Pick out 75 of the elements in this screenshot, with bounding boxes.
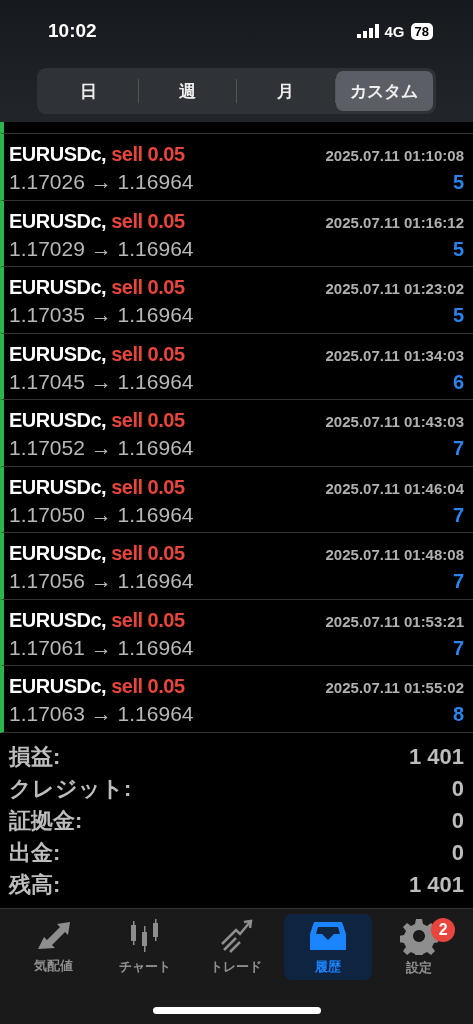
deal-time: 2025.07.11 01:55:02 (325, 679, 464, 697)
nav-tab[interactable]: トレード (192, 914, 281, 980)
summary-label: 残高: (9, 870, 61, 899)
summary-value: 1 401 (408, 743, 464, 770)
deal-prices: 1.17026 → 1.16964 (9, 170, 194, 195)
deal-title: EURUSDc, sell 0.05 (9, 209, 185, 233)
nav-label: 設定 (406, 959, 433, 977)
notification-badge: 2 (431, 918, 456, 942)
nav-tab[interactable]: 設定 2 (375, 914, 464, 980)
summary-label: 証拠金: (9, 806, 83, 835)
nav-tab[interactable]: 履歴 (283, 914, 372, 980)
summary-label: クレジット: (9, 774, 132, 803)
deal-title: EURUSDc, sell 0.05 (9, 542, 185, 566)
summary-label: 出金: (9, 838, 61, 867)
settings-icon (400, 917, 439, 955)
deal-profit: 7 (452, 570, 464, 594)
deal-prices: 1.17035 → 1.16964 (9, 303, 194, 328)
period-tab[interactable]: 日 (40, 71, 138, 111)
deal-prices: 1.17063 → 1.16964 (9, 702, 194, 727)
deal-profit: 8 (452, 703, 464, 727)
status-time: 10:02 (48, 20, 97, 42)
deal-prices: 1.17045 → 1.16964 (9, 369, 194, 394)
deal-profit: 7 (452, 503, 464, 527)
nav-tab[interactable]: 気配値 (9, 914, 98, 980)
deal-row[interactable]: EURUSDc, sell 0.05 2025.07.11 01:34:03 1.17045 → 1.16964 6 (0, 333, 473, 400)
nav-label: 履歴 (314, 958, 341, 976)
deal-time: 2025.07.11 01:16:12 (325, 213, 464, 231)
deal-time: 2025.07.11 01:23:02 (325, 280, 464, 298)
deal-title: EURUSDc, sell 0.05 (9, 608, 185, 632)
deal-title: EURUSDc, sell 0.05 (9, 143, 185, 167)
deal-row[interactable]: EURUSDc, sell 0.05 2025.07.11 01:53:21 1.17061 → 1.16964 7 (0, 599, 473, 666)
deal-row[interactable]: EURUSDc, sell 0.05 2025.07.11 01:43:03 1.17052 → 1.16964 7 (0, 400, 473, 467)
deal-row[interactable]: EURUSDc, sell 0.05 2025.07.11 01:10:08 1.17026 → 1.16964 5 (0, 134, 473, 201)
deal-time: 2025.07.11 01:34:03 (325, 346, 464, 364)
deal-title: EURUSDc, sell 0.05 (9, 409, 185, 433)
deal-profit: 5 (452, 304, 464, 328)
battery-level: 78 (410, 22, 433, 40)
nav-label: 気配値 (34, 957, 74, 975)
deal-profit: 7 (452, 636, 464, 660)
deal-row[interactable]: EURUSDc, sell 0.05 2025.07.11 01:16:12 1.17029 → 1.16964 5 (0, 200, 473, 267)
deal-row[interactable]: EURUSDc, sell 0.05 2025.07.11 01:23:02 1.17035 → 1.16964 5 (0, 267, 473, 334)
nav-label: トレード (210, 958, 263, 976)
deal-profit: 5 (452, 237, 464, 261)
summary-value: 0 (451, 807, 464, 834)
signal-icon (356, 24, 379, 38)
period-tab[interactable]: 週 (138, 71, 236, 111)
deal-row[interactable]: EURUSDc, sell 0.05 2025.07.11 01:46:04 1.17050 → 1.16964 7 (0, 466, 473, 533)
period-tab[interactable]: カスタム (335, 71, 433, 111)
deal-title: EURUSDc, sell 0.05 (9, 475, 185, 499)
deal-time: 2025.07.11 01:46:04 (325, 479, 464, 497)
deal-prices: 1.17061 → 1.16964 (9, 635, 194, 660)
deal-time: 2025.07.11 01:53:21 (325, 612, 464, 630)
network-label: 4G (384, 22, 405, 40)
deal-prices: 1.17056 → 1.16964 (9, 569, 194, 594)
deal-profit: 6 (452, 370, 464, 394)
deal-profit: 7 (452, 437, 464, 461)
deal-time: 2025.07.11 01:10:08 (325, 147, 464, 165)
nav-label: チャート (119, 958, 172, 976)
summary-value: 1 401 (408, 871, 464, 898)
deal-title: EURUSDc, sell 0.05 (9, 342, 185, 366)
deal-prices: 1.17052 → 1.16964 (9, 436, 194, 461)
summary-value: 0 (451, 839, 464, 866)
deal-prices: 1.17029 → 1.16964 (9, 236, 194, 261)
deal-profit: 5 (452, 171, 464, 195)
deal-title: EURUSDc, sell 0.05 (9, 675, 185, 699)
deal-time: 2025.07.11 01:43:03 (325, 413, 464, 431)
summary-label: 損益: (9, 742, 61, 771)
deal-time: 2025.07.11 01:48:08 (325, 546, 464, 564)
summary-value: 0 (451, 775, 464, 802)
period-tab[interactable]: 月 (237, 71, 335, 111)
deal-title: EURUSDc, sell 0.05 (9, 276, 185, 300)
deal-row[interactable]: EURUSDc, sell 0.05 2025.07.11 01:55:02 1.17063 → 1.16964 8 (0, 666, 473, 733)
deal-prices: 1.17050 → 1.16964 (9, 502, 194, 527)
nav-tab[interactable]: チャート (101, 914, 190, 980)
deal-row[interactable]: EURUSDc, sell 0.05 2025.07.11 01:48:08 1.17056 → 1.16964 7 (0, 533, 473, 600)
